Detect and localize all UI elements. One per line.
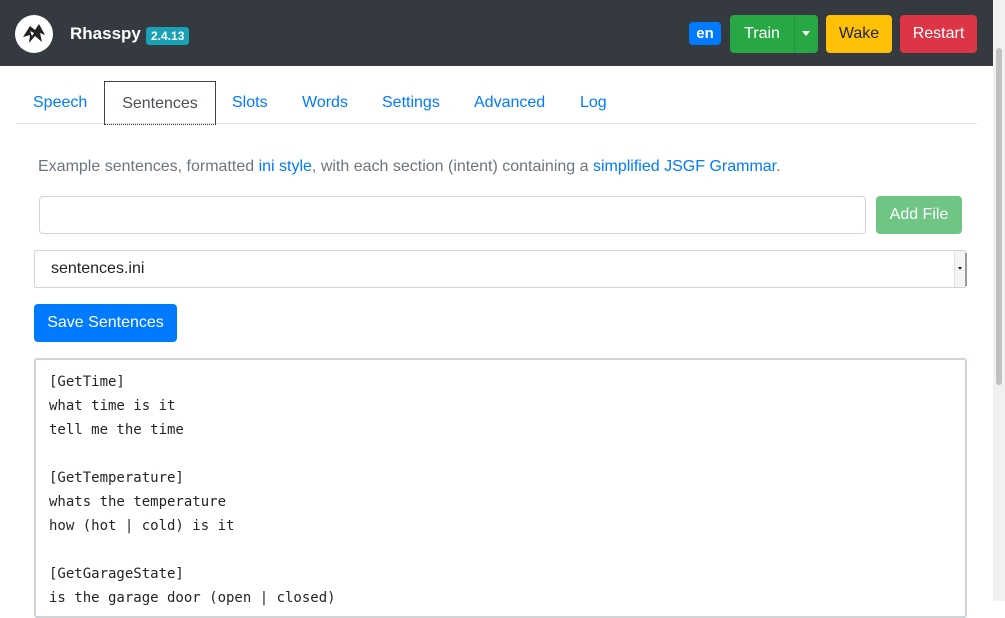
caret-down-icon — [802, 31, 810, 36]
intro-part-1: Example sentences, formatted — [38, 158, 259, 175]
language-badge: en — [689, 22, 721, 45]
selected-file: sentences.ini — [51, 260, 145, 277]
new-file-name-input[interactable] — [39, 196, 866, 234]
tab-sentences[interactable]: Sentences — [104, 81, 216, 125]
restart-button[interactable]: Restart — [900, 15, 977, 53]
add-file-button[interactable]: Add File — [876, 196, 962, 234]
tab-speech[interactable]: Speech — [33, 81, 87, 123]
train-button[interactable]: Train — [730, 15, 794, 53]
rhasspy-logo-icon[interactable] — [15, 15, 53, 53]
tab-advanced[interactable]: Advanced — [474, 81, 545, 123]
intro-text: Example sentences, formatted ini style, … — [38, 158, 781, 176]
main-tabs: Speech Sentences Slots Words Settings Ad… — [16, 81, 977, 125]
version-badge: 2.4.13 — [146, 27, 190, 45]
jsgf-grammar-link[interactable]: simplified JSGF Grammar — [593, 158, 776, 175]
save-sentences-button[interactable]: Save Sentences — [34, 304, 177, 342]
scrollbar-thumb[interactable] — [996, 48, 1002, 385]
sentence-file-select[interactable]: sentences.ini — [34, 250, 967, 288]
tab-words[interactable]: Words — [302, 81, 348, 123]
train-dropdown-toggle[interactable] — [794, 15, 818, 53]
top-navbar: Rhasspy 2.4.13 en Train Wake Restart — [0, 0, 993, 66]
tab-slots[interactable]: Slots — [232, 81, 268, 123]
tab-settings[interactable]: Settings — [382, 81, 440, 123]
intro-part-3: . — [776, 158, 781, 175]
select-arrow-icon[interactable] — [954, 251, 967, 287]
ini-style-link[interactable]: ini style — [259, 158, 312, 175]
tab-log[interactable]: Log — [580, 81, 607, 123]
intro-part-2: , with each section (intent) containing … — [311, 158, 593, 175]
sentences-editor[interactable]: [GetTime] what time is it tell me the ti… — [34, 358, 967, 618]
wake-button[interactable]: Wake — [826, 15, 892, 53]
page-scrollbar[interactable] — [993, 0, 1005, 601]
brand-name[interactable]: Rhasspy — [70, 24, 141, 44]
sentences-text[interactable]: [GetTime] what time is it tell me the ti… — [36, 360, 965, 616]
